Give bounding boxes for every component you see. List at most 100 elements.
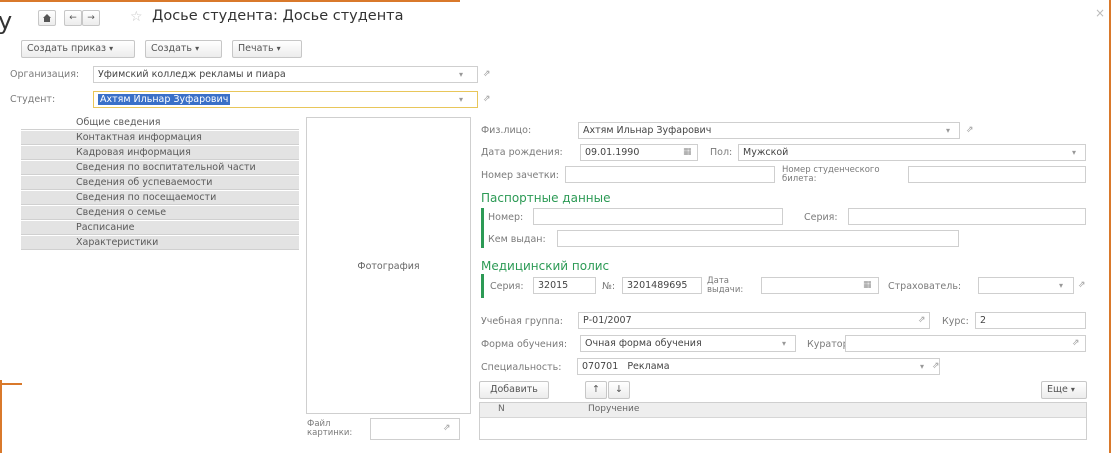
person-label: Физ.лицо:: [481, 125, 532, 136]
calendar-icon[interactable]: ▦: [683, 145, 692, 160]
specialty-label: Специальность:: [481, 362, 562, 373]
column-n: N: [498, 404, 505, 414]
chevron-down-icon: ▾: [195, 44, 200, 53]
chevron-down-icon: ▾: [276, 44, 281, 53]
organization-field[interactable]: Уфимский колледж рекламы и пиара: [93, 66, 478, 83]
medical-series-field[interactable]: 32015: [533, 277, 596, 294]
sidebar-item-family[interactable]: Сведения о семье: [21, 206, 299, 220]
sidebar-item-performance[interactable]: Сведения об успеваемости: [21, 176, 299, 190]
sidebar-item-contacts[interactable]: Контактная информация: [21, 131, 299, 145]
link-icon[interactable]: ⇗: [932, 359, 940, 374]
sidebar-item-characteristics[interactable]: Характеристики: [21, 236, 299, 250]
frame-hook: у: [0, 7, 13, 35]
medical-number-label: №:: [602, 281, 616, 292]
photo-frame[interactable]: Фотография: [306, 117, 471, 414]
print-button[interactable]: Печать ▾: [232, 40, 302, 58]
link-icon[interactable]: ⇗: [918, 313, 926, 328]
chevron-down-icon: ▾: [1070, 385, 1075, 394]
chevron-down-icon[interactable]: ▾: [459, 67, 463, 82]
calendar-icon[interactable]: ▦: [863, 278, 872, 293]
medical-number-field[interactable]: 3201489695: [622, 277, 702, 294]
specialty-name: Реклама: [627, 361, 670, 372]
gender-field[interactable]: Мужской: [738, 144, 1086, 161]
study-form-label: Форма обучения:: [481, 339, 568, 350]
arrow-right-icon: →: [87, 13, 95, 23]
passport-issued-label: Кем выдан:: [488, 234, 546, 245]
arrow-down-icon: ↓: [615, 384, 623, 395]
course-field[interactable]: 2: [975, 312, 1086, 329]
chevron-down-icon[interactable]: ▾: [459, 92, 463, 107]
photo-caption: Фотография: [357, 261, 420, 272]
link-icon[interactable]: ⇗: [966, 123, 974, 138]
course-label: Курс:: [942, 316, 969, 327]
frame-left-line: [0, 380, 2, 453]
window-title: Досье студента: Досье студента: [152, 8, 404, 24]
chevron-down-icon[interactable]: ▾: [782, 336, 786, 351]
chevron-down-icon[interactable]: ▾: [1072, 145, 1076, 160]
sidebar-item-upbringing[interactable]: Сведения по воспитательной части: [21, 161, 299, 175]
move-down-button[interactable]: ↓: [608, 381, 630, 399]
student-field[interactable]: Ахтям Ильнар Зуфарович: [93, 91, 478, 108]
passport-series-label: Серия:: [804, 212, 838, 223]
sidebar-item-schedule[interactable]: Расписание: [21, 221, 299, 235]
birthdate-field[interactable]: 09.01.1990: [580, 144, 698, 161]
medical-issue-date-label: Дата выдачи:: [707, 276, 744, 295]
birthdate-label: Дата рождения:: [481, 147, 563, 158]
group-label: Учебная группа:: [481, 316, 563, 327]
link-icon[interactable]: ⇗: [1072, 336, 1080, 351]
chevron-down-icon: ▾: [109, 44, 114, 53]
specialty-code: 070701: [582, 361, 619, 372]
arrow-left-icon: ←: [69, 13, 77, 23]
assignments-table[interactable]: N Поручение: [479, 402, 1087, 440]
home-button[interactable]: [38, 10, 56, 26]
link-icon[interactable]: ⇗: [483, 92, 491, 107]
medical-series-label: Серия:: [490, 281, 524, 292]
home-icon: [43, 14, 51, 22]
forward-button[interactable]: →: [82, 10, 100, 26]
column-assignment: Поручение: [588, 404, 640, 414]
recordbook-field[interactable]: [565, 166, 775, 183]
chevron-down-icon[interactable]: ▾: [946, 123, 950, 138]
insurer-label: Страхователь:: [888, 281, 962, 292]
star-icon[interactable]: ☆: [130, 9, 143, 25]
frame-bottom-left-line: [0, 383, 22, 385]
passport-section-bar: [481, 208, 484, 248]
create-order-button[interactable]: Создать приказ ▾: [21, 40, 135, 58]
organization-label: Организация:: [10, 69, 80, 80]
student-selected-text: Ахтям Ильнар Зуфарович: [98, 94, 231, 105]
medical-section-bar: [481, 274, 484, 298]
passport-number-field[interactable]: [533, 208, 783, 225]
sidebar-item-general[interactable]: Общие сведения: [21, 116, 299, 130]
medical-section-title: Медицинский полис: [481, 259, 610, 273]
add-button[interactable]: Добавить: [479, 381, 549, 399]
move-up-button[interactable]: ↑: [585, 381, 607, 399]
passport-series-field[interactable]: [848, 208, 1086, 225]
arrow-up-icon: ↑: [592, 384, 600, 395]
table-header: N Поручение: [480, 403, 1086, 418]
file-label: Файл картинки:: [307, 419, 353, 438]
person-field[interactable]: Ахтям Ильнар Зуфарович: [578, 122, 960, 139]
passport-section-title: Паспортные данные: [481, 191, 611, 205]
sidebar-item-attendance[interactable]: Сведения по посещаемости: [21, 191, 299, 205]
chevron-down-icon[interactable]: ▾: [920, 359, 924, 374]
curator-field[interactable]: [845, 335, 1086, 352]
student-label: Студент:: [10, 94, 56, 105]
studcard-label: Номер студенческого билета:: [782, 165, 880, 184]
medical-issue-date-field[interactable]: [761, 277, 879, 294]
passport-issued-field[interactable]: [557, 230, 959, 247]
studcard-field[interactable]: [908, 166, 1086, 183]
frame-right-line: [1109, 0, 1111, 453]
study-form-field[interactable]: Очная форма обучения: [580, 335, 796, 352]
create-button[interactable]: Создать ▾: [145, 40, 222, 58]
back-button[interactable]: ←: [64, 10, 82, 26]
specialty-field[interactable]: 070701 Реклама: [577, 358, 940, 375]
more-button[interactable]: Еще ▾: [1041, 381, 1087, 399]
chevron-down-icon[interactable]: ▾: [1059, 278, 1063, 293]
frame-top-line: [0, 0, 460, 2]
link-icon[interactable]: ⇗: [1078, 278, 1086, 293]
close-button[interactable]: ×: [1095, 6, 1105, 20]
sidebar-item-hr[interactable]: Кадровая информация: [21, 146, 299, 160]
link-icon[interactable]: ⇗: [483, 67, 491, 82]
group-field[interactable]: Р-01/2007: [578, 312, 930, 329]
link-icon[interactable]: ⇗: [443, 421, 451, 436]
